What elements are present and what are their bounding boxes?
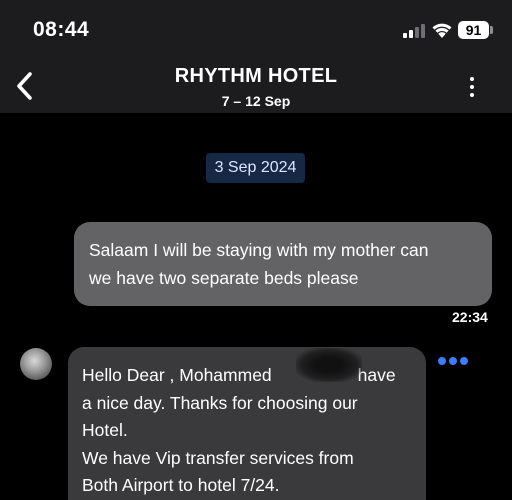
chat-screen: 08:44 91 RHYTHM HOTEL 7 – 12 Sep 3 Sep 2… [0,0,512,500]
message-line: we have two separate beds please [89,268,359,288]
battery-icon: 91 [458,21,489,39]
message-options-icon[interactable] [438,353,472,369]
message-line: We have Vip transfer services from [82,447,354,468]
stay-dates: 7 – 12 Sep [221,93,291,109]
hotel-title: RHYTHM HOTEL [174,65,338,87]
message-text: Hello Dear , Mohammed [82,365,272,385]
message-line: a nice day. Thanks for choosing our [82,392,358,413]
status-bar: 08:44 91 [0,0,512,60]
date-separator: 3 Sep 2024 [206,153,305,183]
wifi-icon [432,23,452,38]
top-bar: 08:44 91 RHYTHM HOTEL 7 – 12 Sep [0,0,512,113]
message-line: Both Airport to hotel 7/24. [82,475,280,495]
battery-cap [490,26,493,34]
message-line: Salaam I will be staying with my mother … [89,240,429,260]
incoming-message-bubble[interactable]: Hello Dear , Mohammed have a nice day. Th… [68,347,426,500]
message-text: have [357,365,396,385]
message-line: Hello Dear , Mohammed have [82,362,412,390]
outgoing-message-bubble[interactable]: Salaam I will be staying with my mother … [74,222,492,306]
message-line: Hotel. [82,420,128,440]
redaction-blur [296,348,362,382]
avatar[interactable] [20,348,52,380]
cellular-signal-icon [403,24,425,38]
chat-header: RHYTHM HOTEL 7 – 12 Sep [0,60,512,113]
status-time: 08:44 [33,18,90,41]
more-options-icon[interactable] [462,74,482,100]
message-timestamp: 22:34 [452,309,488,325]
